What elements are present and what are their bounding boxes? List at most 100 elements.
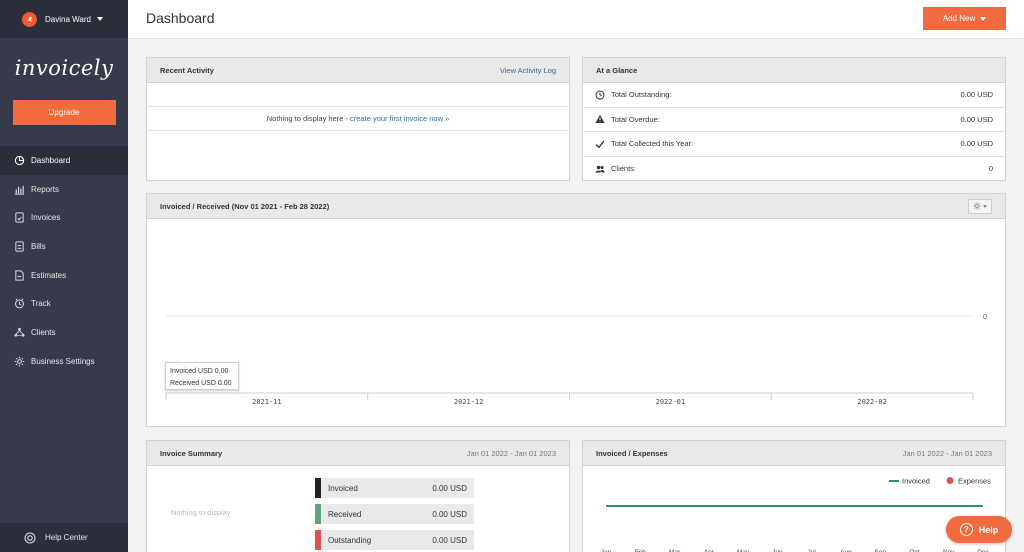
bar-chart-icon: [14, 185, 25, 195]
chevron-down-icon: [96, 17, 103, 21]
card-title: Recent Activity: [160, 65, 214, 75]
logo[interactable]: invoicely: [0, 56, 128, 80]
recent-activity-card: Recent Activity View Activity Log Nothin…: [146, 57, 570, 181]
user-name: Davina Ward: [45, 14, 91, 24]
page-title: Dashboard: [146, 10, 215, 26]
add-new-button[interactable]: Add New: [923, 7, 1006, 30]
help-button-label: Help: [978, 524, 999, 535]
invoiced-expenses-header: Invoiced / Expenses Jan 01 2022 - Jan 01…: [583, 441, 1005, 466]
status-color-bar: [315, 478, 321, 498]
help-center-label: Help Center: [45, 533, 88, 542]
legend-label-expenses: Expenses: [958, 477, 991, 486]
page-header: Dashboard Add New: [128, 0, 1024, 39]
glance-value: 0.00 USD: [960, 139, 993, 149]
estimate-icon: [15, 270, 24, 281]
sidebar-item-bills[interactable]: Bills: [0, 232, 128, 261]
activity-spacer-row: [147, 83, 569, 107]
check-icon: [595, 140, 605, 149]
card-title: Invoiced / Expenses: [596, 448, 668, 458]
summary-value: 0.00 USD: [432, 509, 467, 519]
x-tick-label: 2021-12: [454, 398, 484, 406]
glance-label: Total Overdue:: [611, 114, 660, 124]
summary-value: 0.00 USD: [432, 483, 467, 493]
card-title: Invoiced / Received (Nov 01 2021 - Feb 2…: [160, 201, 330, 211]
summary-row-invoiced: Invoiced 0.00 USD: [315, 478, 474, 498]
invoiced-received-header: Invoiced / Received (Nov 01 2021 - Feb 2…: [147, 194, 1005, 219]
sidebar-item-reports[interactable]: Reports: [0, 175, 128, 204]
sidebar-item-label: Bills: [31, 241, 46, 251]
chevron-down-icon: [980, 16, 987, 21]
pie-chart-icon: [14, 155, 25, 166]
invoice-icon: [15, 212, 24, 223]
clock-icon: [595, 90, 605, 100]
upgrade-button[interactable]: Upgrade: [12, 100, 116, 125]
x-tick-label: 2022-01: [656, 398, 686, 406]
sidebar-item-clients[interactable]: Clients: [0, 318, 128, 347]
sidebar-item-dashboard[interactable]: Dashboard: [0, 146, 128, 175]
summary-label: Received: [328, 509, 362, 519]
x-tick-label: 2021-11: [252, 398, 282, 406]
view-activity-log-link[interactable]: View Activity Log: [500, 66, 556, 75]
sidebar-item-label: Invoices: [31, 213, 61, 223]
invoiced-received-chart: 0 2021-11 2021-12 2022-01 2022-02: [165, 314, 987, 406]
sidebar-item-label: Track: [31, 299, 51, 309]
invoiced-received-card: Invoiced / Received (Nov 01 2021 - Feb 2…: [146, 193, 1006, 427]
clock-icon: [15, 298, 24, 309]
clients-icon: [595, 165, 605, 173]
date-range[interactable]: Jan 01 2022 - Jan 01 2023: [467, 449, 556, 458]
glance-value: 0.00 USD: [960, 114, 993, 124]
user-menu[interactable]: Davina Ward: [0, 0, 128, 38]
y-tick-label: 0: [983, 314, 987, 321]
sidebar-item-estimates[interactable]: Estimates: [0, 261, 128, 290]
sidebar-item-track[interactable]: Track: [0, 289, 128, 318]
glance-value: 0: [988, 164, 993, 174]
tooltip-invoiced: Invoiced USD 0.00: [170, 368, 229, 375]
summary-label: Invoiced: [328, 483, 358, 493]
activity-empty-message: Nothing to display here - create your fi…: [147, 107, 569, 131]
gear-icon: [973, 202, 981, 210]
user-avatar: [22, 11, 37, 27]
invoice-summary-header: Invoice Summary Jan 01 2022 - Jan 01 202…: [147, 441, 569, 466]
add-new-label: Add New: [942, 14, 976, 23]
glance-value: 0.00 USD: [960, 90, 993, 100]
glance-row-collected: Total Collected this Year: 0.00 USD: [583, 132, 1005, 157]
help-button[interactable]: ? Help: [946, 516, 1012, 543]
glance-label: Total Outstanding:: [611, 90, 672, 100]
date-range[interactable]: Jan 01 2022 - Jan 01 2023: [903, 449, 992, 458]
chevron-down-icon: [983, 204, 987, 208]
legend-label-invoiced: Invoiced: [902, 477, 930, 486]
recent-activity-header: Recent Activity View Activity Log: [147, 58, 569, 83]
summary-row-received: Received 0.00 USD: [315, 504, 474, 524]
glance-row-outstanding: Total Outstanding: 0.00 USD: [583, 83, 1005, 108]
create-invoice-link[interactable]: create your first invoice now »: [350, 114, 449, 123]
bird-icon: [27, 16, 32, 22]
legend-swatch-expenses: [946, 477, 954, 484]
sidebar-item-business-settings[interactable]: Business Settings: [0, 347, 128, 376]
chart-settings-button[interactable]: [968, 198, 992, 214]
glance-label: Clients:: [611, 164, 637, 174]
sidebar-item-label: Business Settings: [31, 356, 95, 366]
sidebar-item-label: Estimates: [31, 270, 67, 280]
sidebar-item-label: Dashboard: [31, 155, 71, 165]
sidebar-item-label: Reports: [31, 184, 60, 194]
glance-row-overdue: Total Overdue: 0.00 USD: [583, 108, 1005, 132]
at-a-glance-card: At a Glance Total Outstanding: 0.00 USD …: [582, 57, 1006, 181]
sidebar-nav: Dashboard Reports Invoices Bills Estimat…: [0, 146, 128, 376]
summary-row-outstanding: Outstanding 0.00 USD: [315, 530, 474, 550]
sidebar-item-invoices[interactable]: Invoices: [0, 203, 128, 232]
help-center-link[interactable]: Help Center: [0, 523, 128, 552]
card-title: Invoice Summary: [160, 448, 223, 458]
status-color-bar: [315, 504, 321, 524]
x-tick-label: 2022-02: [857, 398, 887, 406]
question-icon: ?: [959, 523, 973, 536]
invoice-summary-card: Invoice Summary Jan 01 2022 - Jan 01 202…: [146, 440, 570, 552]
chart-tooltip: Invoiced USD 0.00 Received USD 0.00: [165, 362, 239, 390]
clients-icon: [14, 327, 25, 337]
lifebuoy-icon: [24, 531, 36, 544]
tooltip-received: Received USD 0.00: [170, 380, 232, 387]
summary-label: Outstanding: [328, 535, 372, 545]
summary-empty-text: Nothing to display: [171, 508, 231, 517]
bill-icon: [15, 241, 24, 252]
at-a-glance-header: At a Glance: [583, 58, 1005, 83]
invoiced-expenses-card: Invoiced / Expenses Jan 01 2022 - Jan 01…: [582, 440, 1006, 552]
